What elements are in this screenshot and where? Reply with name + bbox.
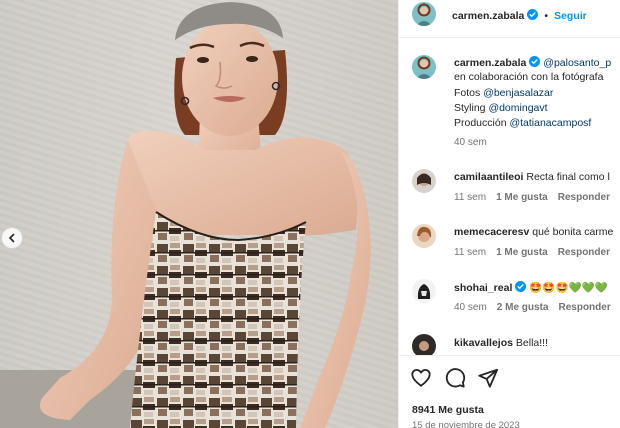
reply-button[interactable]: Responder	[558, 192, 610, 203]
verified-badge-icon	[527, 9, 539, 20]
comment-time[interactable]: 40 sem	[454, 302, 487, 313]
caption-fotos-label: Fotos	[454, 87, 484, 99]
mention-benjasalazar[interactable]: @benjasalazar	[483, 87, 553, 99]
caption-username[interactable]: carmen.zabala	[454, 57, 526, 69]
comment-body: kikavallejos Bella!!!	[454, 337, 548, 349]
caption-line-3: Fotos @benjasalazar	[454, 87, 553, 99]
comment-text: Recta final como l	[526, 171, 610, 183]
caption-produccion-label: Producción	[454, 117, 510, 129]
verified-badge-icon	[529, 56, 541, 67]
carousel-prev-button[interactable]	[1, 227, 23, 249]
caption-styling-label: Styling	[454, 102, 489, 114]
verified-badge-icon	[515, 281, 527, 292]
comment-meta: 11 sem 1 Me gusta Responder	[454, 247, 620, 258]
caption-line-2: en colaboración con la fotógrafa	[454, 71, 604, 83]
caption-avatar[interactable]	[412, 55, 436, 79]
likes-count[interactable]: 8941 Me gusta	[412, 404, 484, 416]
comment-username[interactable]: shohai_real	[454, 282, 512, 294]
comment-body: camilaantileoi Recta final como l	[454, 171, 610, 183]
comment-text: qué bonita carme	[532, 226, 614, 238]
like-button[interactable]	[410, 367, 432, 389]
commenter-avatar[interactable]	[412, 169, 436, 193]
commenter-avatar[interactable]	[412, 224, 436, 248]
comment-username[interactable]: kikavallejos	[454, 337, 513, 349]
post-header: carmen.zabala • Seguir	[399, 0, 620, 38]
post-actions-bar: 8941 Me gusta 15 de noviembre de 2023	[399, 355, 620, 428]
separator-dot: •	[544, 10, 549, 22]
post-side-panel: carmen.zabala • Seguir carmen.zabala @palo…	[398, 0, 620, 428]
post-date: 15 de noviembre de 2023	[412, 420, 520, 428]
post-header-row: carmen.zabala • Seguir	[452, 9, 587, 22]
heart-icon	[411, 369, 431, 387]
share-button[interactable]	[477, 367, 499, 389]
caption-line-5: Producción @tatianacamposf	[454, 117, 591, 129]
mention-palosanto[interactable]: @palosanto_p	[543, 57, 611, 69]
caption-line-1: carmen.zabala @palosanto_p	[454, 56, 611, 69]
follow-button[interactable]: Seguir	[554, 10, 587, 22]
comment-time[interactable]: 11 sem	[454, 247, 486, 258]
send-icon	[478, 368, 499, 388]
commenter-avatar[interactable]	[412, 279, 436, 303]
chevron-left-icon	[8, 233, 15, 243]
comment-username[interactable]: memecaceresv	[454, 226, 529, 238]
author-avatar[interactable]	[412, 2, 436, 26]
mention-tatianacamposf[interactable]: @tatianacamposf	[509, 117, 591, 129]
comment-meta: 11 sem 1 Me gusta Responder	[454, 192, 620, 203]
author-username[interactable]: carmen.zabala	[452, 10, 524, 22]
comment-meta: 40 sem 2 Me gusta Responder	[454, 302, 620, 313]
comment-time[interactable]: 11 sem	[454, 192, 486, 203]
comment-likes[interactable]: 1 Me gusta	[496, 192, 548, 203]
comment-username[interactable]: camilaantileoi	[454, 171, 523, 183]
comment-body: memecaceresv qué bonita carme	[454, 226, 613, 238]
comment-button[interactable]	[444, 367, 466, 389]
comment-text: 🤩🤩🤩💚💚💚	[529, 282, 608, 294]
mention-domingavt[interactable]: @domingavt	[488, 102, 547, 114]
comment-icon	[445, 368, 466, 388]
comment-body: shohai_real 🤩🤩🤩💚💚💚	[454, 281, 608, 294]
caption-timestamp: 40 sem	[454, 137, 487, 148]
comment-likes[interactable]: 2 Me gusta	[497, 302, 549, 313]
woman-figure	[39, 2, 371, 428]
post-photo	[0, 0, 398, 428]
comment-text: Bella!!!	[515, 337, 548, 349]
comment-likes[interactable]: 1 Me gusta	[496, 247, 548, 258]
reply-button[interactable]: Responder	[558, 302, 610, 313]
caption-line-4: Styling @domingavt	[454, 102, 548, 114]
reply-button[interactable]: Responder	[558, 247, 610, 258]
